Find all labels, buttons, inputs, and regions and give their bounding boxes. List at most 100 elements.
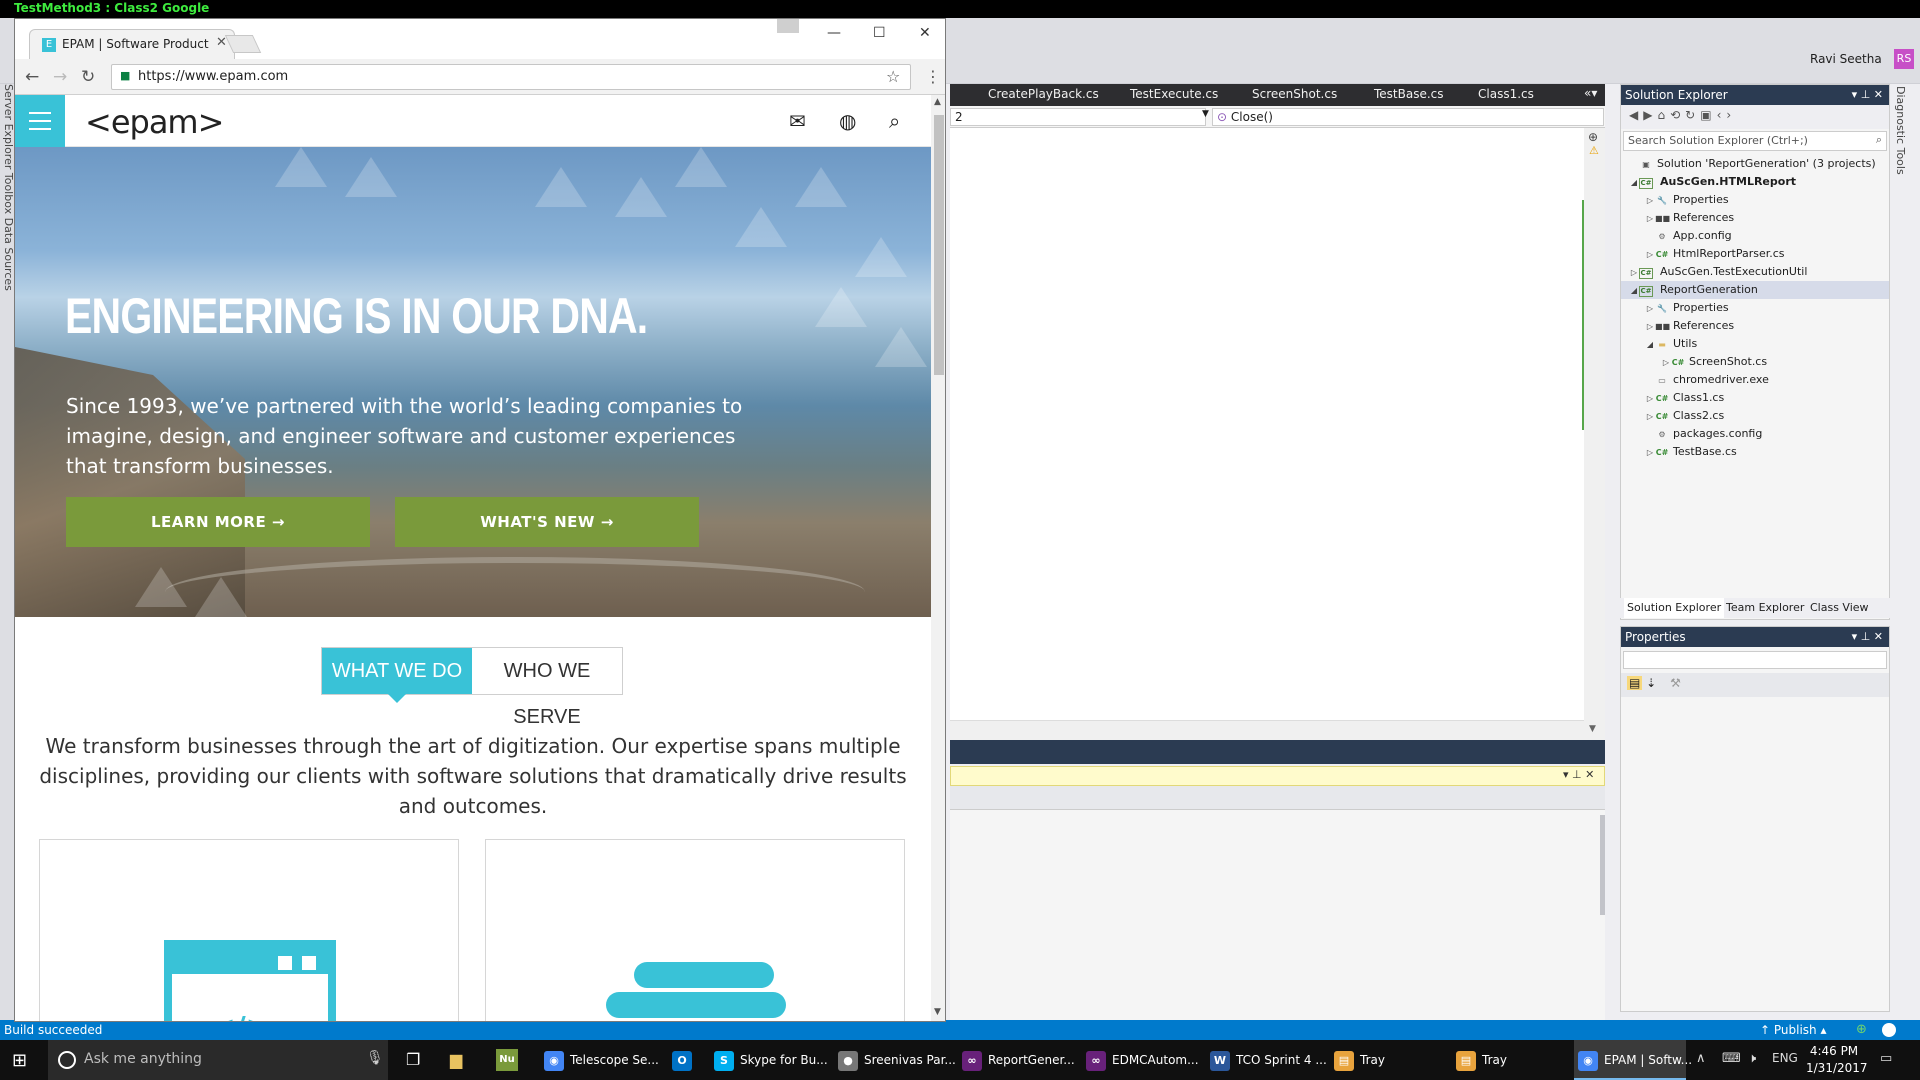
tab-team-explorer[interactable]: Team Explorer: [1726, 601, 1804, 614]
expanded-triangle-icon[interactable]: ◢: [1629, 282, 1639, 300]
type-dropdown[interactable]: 2: [950, 108, 1206, 126]
search-icon[interactable]: ⌕: [1876, 133, 1882, 147]
output-panel[interactable]: [950, 786, 1605, 1020]
tree-item[interactable]: ▷ C# Class1.cs: [1621, 389, 1889, 407]
scroll-down-icon[interactable]: ▼: [1589, 724, 1596, 734]
mail-icon[interactable]: ✉: [789, 109, 806, 133]
taskbar-app-button[interactable]: ◉ Telescope Se...: [540, 1040, 662, 1080]
tab-class1[interactable]: Class1.cs: [1478, 87, 1534, 101]
page-scrollbar[interactable]: ▲ ▼: [931, 95, 945, 1021]
tab-overflow-icon[interactable]: «▾: [1584, 86, 1597, 100]
globe-icon[interactable]: ◍: [839, 109, 856, 133]
collapsed-triangle-icon[interactable]: ▷: [1645, 210, 1655, 228]
bookmark-star-icon[interactable]: ☆: [886, 67, 900, 86]
publish-button[interactable]: ↑ Publish ▴: [1760, 1023, 1827, 1037]
tab-class-view[interactable]: Class View: [1810, 601, 1869, 614]
language-indicator[interactable]: ENG: [1772, 1051, 1798, 1065]
expanded-triangle-icon[interactable]: ◢: [1629, 174, 1639, 192]
panel-controls-icon[interactable]: ▾ ⊥ ✕: [1852, 88, 1883, 101]
feedback-icon[interactable]: [1882, 1023, 1896, 1037]
tree-item[interactable]: ◢ C# AuScGen.HTMLReport: [1621, 173, 1889, 191]
collapsed-triangle-icon[interactable]: ▷: [1645, 444, 1655, 462]
url-text[interactable]: https://www.epam.com: [138, 69, 288, 84]
tree-item[interactable]: ▣ Solution 'ReportGeneration' (3 projects…: [1621, 155, 1889, 173]
forward-icon[interactable]: ▶: [1643, 108, 1657, 122]
tab-testbase[interactable]: TestBase.cs: [1374, 87, 1444, 101]
taskbar-app-button[interactable]: ▤ Tray: [1330, 1040, 1446, 1080]
panel-controls-icon[interactable]: ▾ ⊥ ✕: [1563, 768, 1594, 781]
collapsed-triangle-icon[interactable]: ▷: [1661, 354, 1671, 372]
tab-testexecute[interactable]: TestExecute.cs: [1130, 87, 1218, 101]
tab-screenshot[interactable]: ScreenShot.cs: [1252, 87, 1337, 101]
editor-horizontal-scrollbar[interactable]: [950, 720, 1584, 740]
collapsed-triangle-icon[interactable]: ▷: [1645, 390, 1655, 408]
chevron-down-icon[interactable]: ▼: [1202, 109, 1209, 119]
tree-item[interactable]: ▷ C# HtmlReportParser.cs: [1621, 245, 1889, 263]
hamburger-menu-button[interactable]: [15, 95, 65, 147]
taskbar-app-button[interactable]: W TCO Sprint 4 ...: [1206, 1040, 1327, 1080]
tab-solution-explorer[interactable]: Solution Explorer: [1624, 598, 1725, 618]
taskbar-app-button[interactable]: O: [668, 1040, 704, 1080]
task-view-icon[interactable]: ❐: [406, 1050, 420, 1069]
notification-icon[interactable]: ⊕: [1856, 1022, 1867, 1037]
diagnostic-tools-tab[interactable]: Diagnostic Tools: [1894, 86, 1907, 175]
close-window-icon[interactable]: ✕: [919, 25, 931, 41]
tab-createplayback[interactable]: CreatePlayBack.cs: [988, 87, 1099, 101]
chrome-menu-icon[interactable]: ⋮: [925, 67, 941, 86]
tree-item[interactable]: ▷ ■■ References: [1621, 317, 1889, 335]
alphabetical-icon[interactable]: ⇣: [1646, 676, 1656, 690]
scrollbar-thumb[interactable]: [934, 115, 944, 375]
action-center-icon[interactable]: ▭: [1880, 1051, 1892, 1066]
properties-object-dropdown[interactable]: [1623, 651, 1887, 669]
code-editor[interactable]: [950, 128, 1584, 720]
scroll-up-icon[interactable]: ▲: [934, 97, 941, 107]
back-icon[interactable]: ←: [25, 67, 39, 87]
taskbar-app-button[interactable]: ▤ Tray: [1452, 1040, 1568, 1080]
cortana-search-box[interactable]: Ask me anything 🎙: [48, 1040, 388, 1080]
property-pages-icon[interactable]: ⚒: [1670, 676, 1681, 690]
tree-item[interactable]: ▷ 🔧 Properties: [1621, 299, 1889, 317]
collapsed-triangle-icon[interactable]: ▷: [1645, 408, 1655, 426]
search-icon[interactable]: ⌕: [889, 109, 900, 133]
whats-new-button[interactable]: WHAT'S NEW →: [395, 497, 699, 547]
tree-item[interactable]: ◢ C# ReportGeneration: [1621, 281, 1889, 299]
lock-icon[interactable]: ■: [120, 69, 130, 82]
volume-icon[interactable]: 🕨: [1748, 1051, 1756, 1066]
file-explorer-icon[interactable]: ▆: [450, 1050, 462, 1069]
tree-item[interactable]: ▭ chromedriver.exe: [1621, 371, 1889, 389]
tree-item[interactable]: ⚙ packages.config: [1621, 425, 1889, 443]
collapse-icon[interactable]: ▣: [1700, 108, 1716, 122]
taskbar-app-button[interactable]: ∞ EDMCAutom...: [1082, 1040, 1200, 1080]
browser-tab[interactable]: E EPAM | Software Product ✕: [29, 29, 235, 59]
app-nu-icon[interactable]: Nu: [496, 1049, 518, 1071]
clock[interactable]: 4:46 PM 1/31/2017: [1806, 1043, 1868, 1077]
address-bar[interactable]: ■ https://www.epam.com ☆: [111, 64, 911, 90]
expanded-triangle-icon[interactable]: ◢: [1645, 336, 1655, 354]
taskbar-app-button[interactable]: ● Sreenivas Par...: [834, 1040, 956, 1080]
service-card-engineering[interactable]: </>: [39, 839, 459, 1021]
tray-overflow-icon[interactable]: ∧: [1696, 1051, 1706, 1066]
back-icon[interactable]: ◀: [1629, 108, 1643, 122]
learn-more-button[interactable]: LEARN MORE →: [66, 497, 370, 547]
collapsed-triangle-icon[interactable]: ▷: [1629, 264, 1639, 282]
forward-icon[interactable]: →: [53, 67, 67, 87]
tab-who-we-serve[interactable]: WHO WE SERVE: [472, 648, 622, 728]
user-name[interactable]: Ravi Seetha: [1810, 52, 1882, 66]
collapsed-triangle-icon[interactable]: ▷: [1645, 318, 1655, 336]
profile-icon[interactable]: [777, 19, 799, 33]
tree-item[interactable]: ▷ C# Class2.cs: [1621, 407, 1889, 425]
tree-item[interactable]: ▷ C# AuScGen.TestExecutionUtil: [1621, 263, 1889, 281]
tree-item[interactable]: ▷ ■■ References: [1621, 209, 1889, 227]
editor-vertical-scrollbar[interactable]: ⊕ ⚠ ▼: [1584, 128, 1605, 740]
collapsed-triangle-icon[interactable]: ▷: [1645, 192, 1655, 210]
member-dropdown[interactable]: ⊙ Close(): [1212, 108, 1604, 126]
network-icon[interactable]: ⌨: [1722, 1051, 1741, 1066]
taskbar-app-button[interactable]: S Skype for Bu...: [710, 1040, 828, 1080]
sync-icon[interactable]: ⟲: [1670, 108, 1685, 122]
collapsed-triangle-icon[interactable]: ▷: [1645, 246, 1655, 264]
tree-item[interactable]: ▷ C# TestBase.cs: [1621, 443, 1889, 461]
panel-controls-icon[interactable]: ▾ ⊥ ✕: [1852, 630, 1883, 643]
microphone-icon[interactable]: 🎙: [366, 1050, 384, 1066]
collapsed-triangle-icon[interactable]: ▷: [1645, 300, 1655, 318]
service-card-optimization[interactable]: [485, 839, 905, 1021]
